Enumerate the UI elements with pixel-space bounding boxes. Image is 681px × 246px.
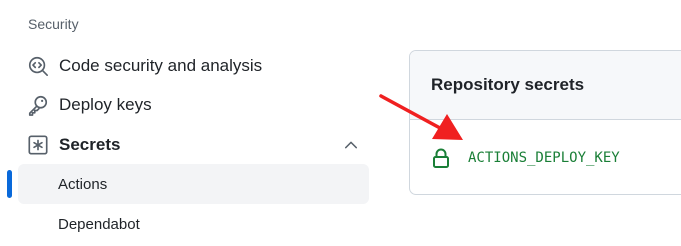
sidebar-item-label: Secrets bbox=[59, 135, 121, 154]
chevron-up-icon[interactable] bbox=[343, 137, 359, 153]
secret-name[interactable]: ACTIONS_DEPLOY_KEY bbox=[468, 150, 620, 166]
repository-secrets-panel: Repository secrets ACTIONS_DEPLOY_KEY bbox=[409, 50, 681, 195]
settings-sidebar: Security Code security and analysis Depl… bbox=[0, 0, 380, 246]
sidebar-subitem-dependabot[interactable]: Dependabot bbox=[18, 204, 369, 244]
secrets-panel-title: Repository secrets bbox=[431, 75, 585, 94]
sidebar-item-code-security[interactable]: Code security and analysis bbox=[18, 46, 369, 86]
sidebar-item-secrets[interactable]: Secrets bbox=[18, 125, 369, 165]
sidebar-subitem-actions[interactable]: Actions bbox=[18, 164, 369, 204]
lock-icon bbox=[431, 148, 451, 168]
sidebar-item-label: Code security and analysis bbox=[59, 56, 263, 75]
sidebar-item-label: Deploy keys bbox=[59, 95, 152, 114]
key-icon bbox=[26, 93, 50, 117]
sidebar-item-deploy-keys[interactable]: Deploy keys bbox=[18, 85, 369, 125]
secret-row: ACTIONS_DEPLOY_KEY bbox=[410, 120, 681, 194]
secrets-panel-header: Repository secrets bbox=[410, 51, 681, 120]
sidebar-subitem-label: Actions bbox=[58, 175, 108, 193]
sidebar-subitem-label: Dependabot bbox=[58, 215, 140, 233]
section-heading-security: Security bbox=[28, 16, 79, 32]
codescan-icon bbox=[26, 54, 50, 78]
asterisk-box-icon bbox=[26, 133, 50, 157]
active-indicator bbox=[7, 170, 12, 198]
